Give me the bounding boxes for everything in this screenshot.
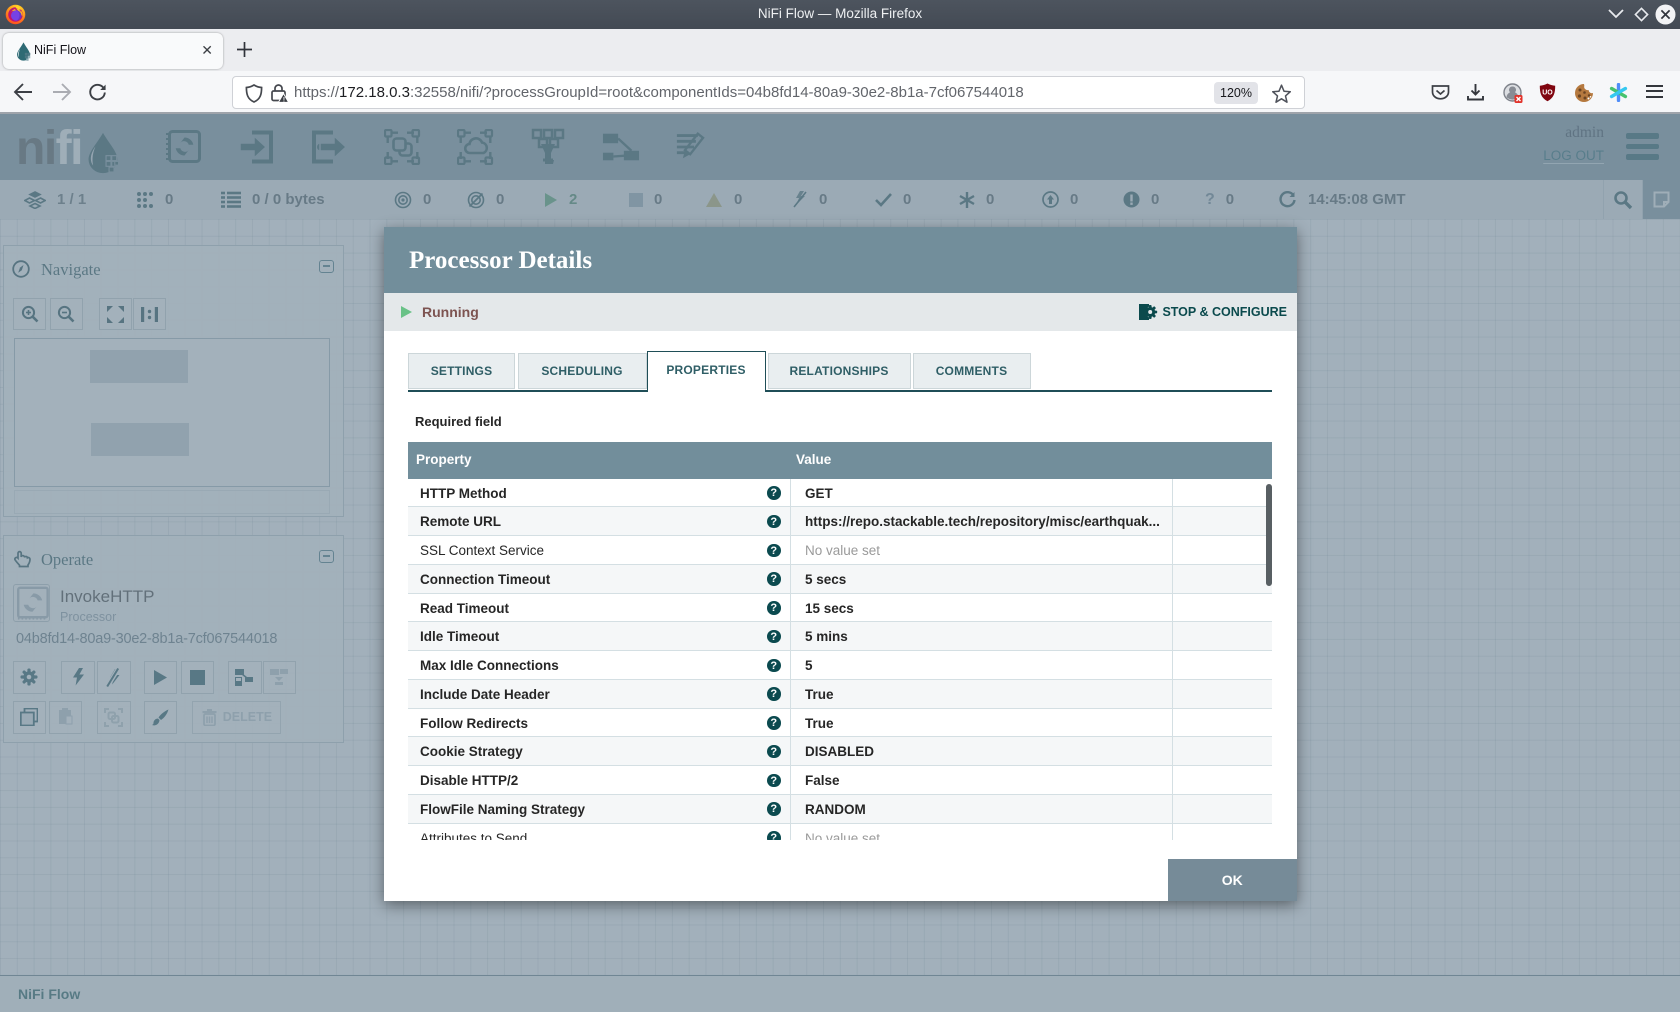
svg-text:UO: UO bbox=[1542, 90, 1553, 97]
svg-text:!: ! bbox=[283, 96, 285, 103]
